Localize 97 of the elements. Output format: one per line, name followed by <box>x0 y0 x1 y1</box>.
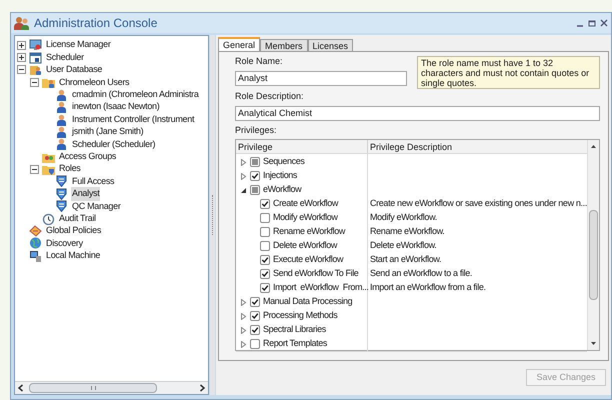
role-description-field[interactable]: Analytical Chemist <box>234 106 600 120</box>
privilege-name: eWorkflow <box>262 183 302 196</box>
expand-icon[interactable] <box>17 40 26 50</box>
privilege-name: Report Templates <box>262 337 327 350</box>
checkbox[interactable] <box>260 255 270 265</box>
scroll-thumb[interactable] <box>589 210 598 300</box>
privilege-name: Sequences <box>262 155 304 168</box>
close-icon[interactable] <box>600 19 608 27</box>
collapse-icon[interactable] <box>30 164 39 174</box>
tree-item[interactable]: Scheduler <box>45 50 85 64</box>
user-icon <box>55 101 68 114</box>
checkbox[interactable] <box>260 241 270 251</box>
checkbox[interactable] <box>260 269 270 279</box>
user-folder-icon <box>42 76 55 88</box>
checkbox[interactable] <box>260 283 270 293</box>
tree-item[interactable]: Discovery <box>45 236 84 250</box>
privilege-description: Delete eWorkflow. <box>370 239 436 252</box>
privilege-name: Spectral Libraries <box>262 323 326 336</box>
scroll-thumb[interactable] <box>29 383 157 393</box>
privilege-description: Rename eWorkflow. <box>370 225 444 238</box>
users-icon <box>14 16 30 30</box>
tree-item[interactable]: inewton (Isaac Newton) <box>71 100 160 114</box>
tree-item[interactable]: Access Groups <box>58 150 118 164</box>
maximize-icon[interactable] <box>588 19 596 27</box>
expand-icon[interactable] <box>17 53 26 62</box>
tree-item[interactable]: QC Manager <box>71 200 122 214</box>
user-icon <box>55 88 68 101</box>
privilege-description: Import an eWorkflow from a file. <box>370 281 486 294</box>
checkbox[interactable] <box>250 157 260 167</box>
role-name-field[interactable]: Analyst <box>234 70 407 86</box>
checkbox[interactable] <box>250 339 260 349</box>
checkbox[interactable] <box>260 213 270 223</box>
checkbox[interactable] <box>260 199 270 209</box>
checkbox[interactable] <box>250 325 260 335</box>
vertical-scrollbar[interactable] <box>587 140 599 350</box>
user-icon <box>55 138 68 150</box>
stopwatch-icon <box>42 212 55 225</box>
privilege-name: Delete eWorkflow <box>272 239 337 252</box>
shield-icon <box>55 175 68 188</box>
column-header[interactable]: Privilege <box>236 140 368 153</box>
window-title: Administration Console <box>34 15 158 32</box>
field-label: Role Description: <box>234 90 305 103</box>
collapse-icon[interactable] <box>30 78 39 87</box>
privilege-name: Create eWorkflow <box>272 197 338 210</box>
tab[interactable]: General <box>218 37 260 51</box>
shield-folder-icon <box>42 163 55 176</box>
tree-item[interactable]: License Manager <box>45 38 112 52</box>
privilege-name: Execute eWorkflow <box>272 253 344 266</box>
privilege-description: Start an eWorkflow. <box>370 253 442 266</box>
collapse-icon[interactable] <box>17 65 26 74</box>
tree-item[interactable]: jsmith (Jane Smith) <box>71 125 144 139</box>
tree-item[interactable]: cmadmin (Chromeleon Administra <box>71 88 200 102</box>
privilege-name: Import eWorkflow From... <box>272 281 368 294</box>
tree-item[interactable]: Global Policies <box>45 224 102 238</box>
shield-icon <box>55 188 68 200</box>
tree-item[interactable]: Audit Trail <box>58 212 97 226</box>
horizontal-scrollbar[interactable] <box>15 381 208 394</box>
tree-item[interactable]: Chromeleon Users <box>58 76 130 90</box>
privilege-name: Manual Data Processing <box>262 295 352 308</box>
privilege-description: Send an eWorkflow to a file. <box>370 267 472 280</box>
calendar-icon <box>29 52 42 64</box>
checkbox[interactable] <box>250 311 260 321</box>
checkbox[interactable] <box>250 185 260 195</box>
computer-icon <box>29 250 42 262</box>
privilege-name: Rename eWorkflow <box>272 225 345 238</box>
field-label: Role Name: <box>234 55 284 68</box>
tree-item[interactable]: Analyst <box>71 187 100 201</box>
database-user-icon <box>29 64 42 76</box>
checkbox[interactable] <box>250 297 260 307</box>
privilege-description: Modify eWorkflow. <box>370 211 437 224</box>
privilege-name: Injections <box>262 169 298 182</box>
tree-item[interactable]: Full Access <box>71 174 116 188</box>
collapse-icon[interactable] <box>240 186 247 194</box>
scroll-up-icon[interactable] <box>590 143 597 150</box>
privilege-name: Modify eWorkflow <box>272 211 338 224</box>
tab[interactable]: Licenses <box>308 39 354 51</box>
checkbox[interactable] <box>260 227 270 237</box>
tab[interactable]: Members <box>260 39 308 51</box>
tree-item[interactable]: User Database <box>45 63 104 77</box>
column-header[interactable]: Privilege Description <box>368 140 587 153</box>
tree-item[interactable]: Roles <box>58 162 82 176</box>
policy-icon <box>29 225 42 238</box>
tree-item[interactable]: Local Machine <box>45 249 102 263</box>
monitor-icon <box>29 39 42 52</box>
tree-item[interactable]: Scheduler (Scheduler) <box>71 138 156 152</box>
privilege-name: Send eWorkflow To File <box>272 267 358 280</box>
hint-box: The role name must have 1 to 32 characters and must not contain quotes or single quotes. <box>416 56 600 89</box>
shield-icon <box>55 200 68 212</box>
field-label: Privileges: <box>234 124 278 137</box>
globe-icon <box>29 237 42 250</box>
privilege-name: Processing Methods <box>262 309 338 322</box>
privilege-description: Create new eWorkflow or save existing ones under new n... <box>370 197 587 210</box>
checkbox[interactable] <box>250 171 260 181</box>
tree-item[interactable]: Instrument Controller (Instrument <box>71 112 196 126</box>
scroll-down-icon[interactable] <box>590 340 597 347</box>
user-icon <box>55 114 68 126</box>
user-icon <box>55 126 68 138</box>
